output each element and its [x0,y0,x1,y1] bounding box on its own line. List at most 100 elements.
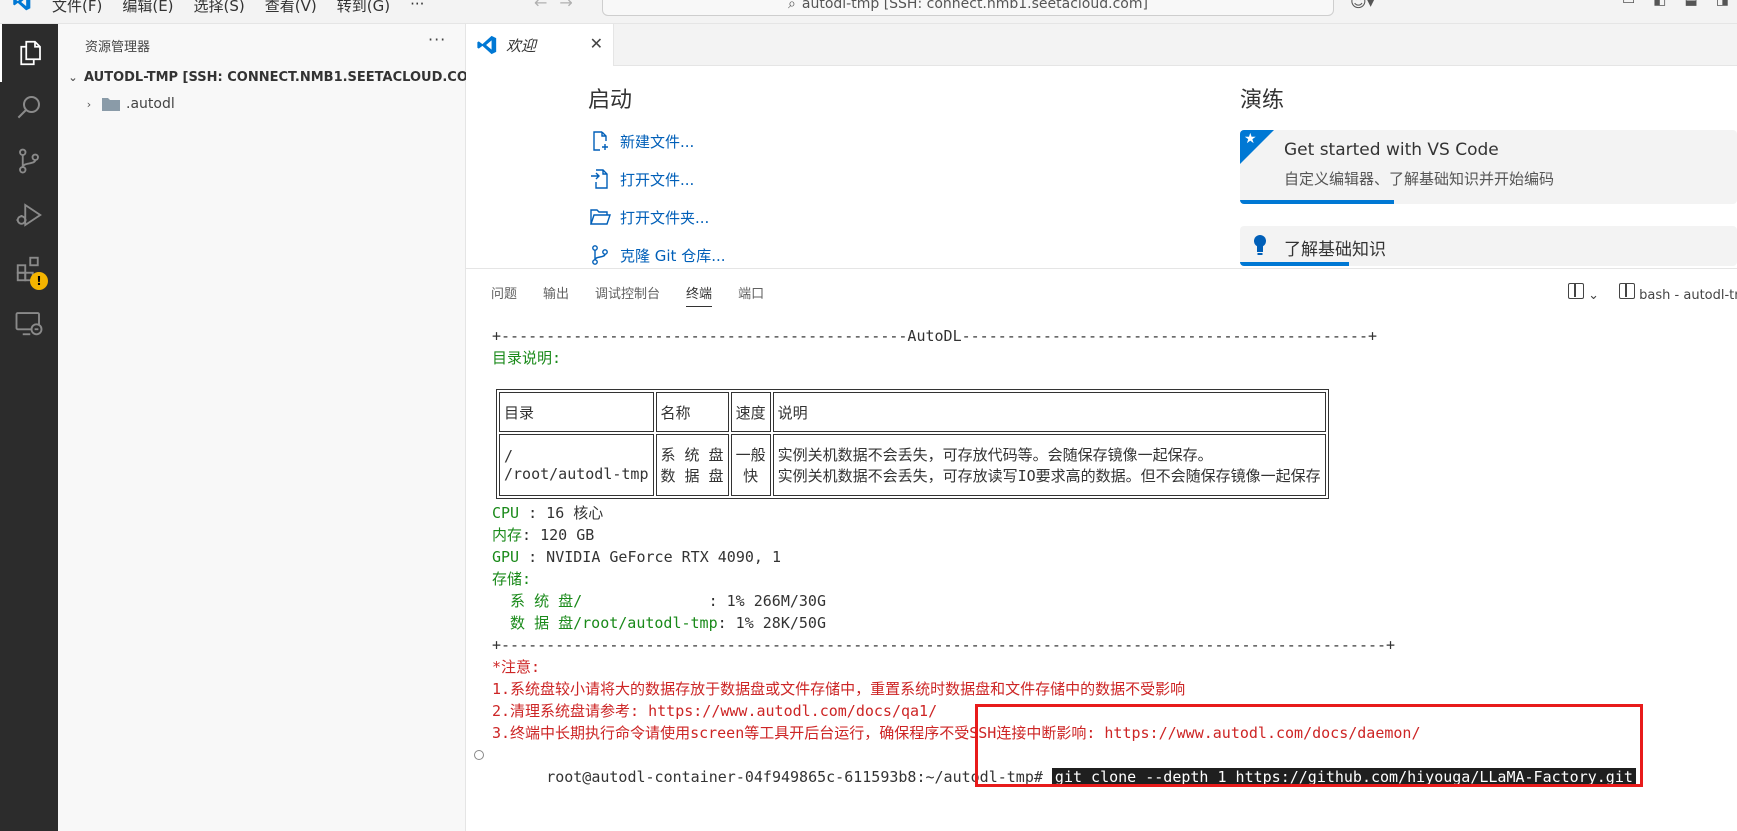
table-cell: 系 统 盘数 据 盘 [655,434,729,496]
source-control-icon [19,148,39,174]
menu-go[interactable]: 转到(G) [337,0,390,16]
cell-line: /root/autodl-tmp [504,465,649,483]
cpu-value: : 16 核心 [519,504,604,522]
remote-explorer-activity[interactable] [0,294,58,352]
star-icon: ★ [1244,131,1257,147]
annotation-highlight-box [975,704,1643,787]
tab-problems[interactable]: 问题 [491,283,517,307]
open-file-label: 打开文件... [620,170,695,189]
workspace-root-folder[interactable]: ⌄ AUTODL-TMP [SSH: CONNECT.NMB1.SEETACLO… [66,70,487,85]
new-file-icon [593,131,608,151]
terminal-prompt: root@autodl-container-04f949865c-611593b… [546,768,1043,786]
start-heading: 启动 [588,88,633,113]
terminal-name: bash - autodl-tm [1639,288,1737,303]
walkthroughs-heading: 演练 [1240,88,1285,113]
data-disk-label: 数 据 盘/root/autodl-tmp [492,614,718,632]
toggle-secondary-sidebar-icon[interactable]: ◨ [1716,0,1729,8]
open-folder-link[interactable]: 打开文件夹... [588,198,726,236]
command-center[interactable]: ⌕ autodl-tmp [SSH: connect.nmb1.seetaclou… [602,0,1334,16]
terminal-mem-line: 内存: 120 GB [492,524,594,546]
tab-ports[interactable]: 端口 [738,283,764,307]
workspace-root-label: AUTODL-TMP [SSH: CONNECT.NMB1.SEETACLOUD… [84,70,487,85]
search-activity[interactable] [0,78,58,136]
extensions-activity[interactable]: ! [0,240,58,298]
menu-selection[interactable]: 选择(S) [194,0,245,16]
table-row: //root/autodl-tmp 系 统 盘数 据 盘 一般快 实例关机数据不… [499,434,1326,496]
close-icon[interactable]: ✕ [590,34,603,53]
copilot-icon[interactable]: ☺▾ [1350,0,1375,11]
layout-controls: ▭ ◧ ⬓ ◨ [1622,0,1729,8]
back-arrow-icon[interactable]: ← [534,0,547,12]
table-header-row: 目录 名称 速度 说明 [499,392,1326,432]
cell-line: / [504,447,514,465]
explorer-activity[interactable] [0,24,58,82]
terminal-data-disk-line: 数 据 盘/root/autodl-tmp: 1% 28K/50G [492,612,826,634]
sidebar-more-icon[interactable]: ··· [428,30,446,49]
panel-tab-bar: 问题 输出 调试控制台 终端 端口 [491,283,764,307]
tree-item-autodl[interactable]: › .autodl [82,96,175,112]
table-cell: 一般快 [730,434,771,496]
split-terminal-button[interactable]: ⌄ [1568,283,1599,303]
open-file-link[interactable]: 打开文件... [588,160,726,198]
sidebar-title: 资源管理器 [85,40,151,55]
walkthrough-card-get-started[interactable]: ★ Get started with VS Code 自定义编辑器、了解基础知识… [1240,130,1737,204]
directory-table: 目录 名称 速度 说明 //root/autodl-tmp 系 统 盘数 据 盘… [496,389,1329,499]
cell-line: 实例关机数据不会丢失，可存放读写IO要求高的数据。但不会随保存镜像一起保存 [777,467,1321,485]
open-folder-label: 打开文件夹... [620,208,710,227]
toggle-sidebar-icon[interactable]: ◧ [1653,0,1666,8]
walkthrough-title: 了解基础知识 [1284,240,1386,260]
menu-view[interactable]: 查看(V) [265,0,317,16]
git-clone-icon [592,245,608,265]
split-icon [1568,283,1584,299]
terminal-border-bottom: +---------------------------------------… [492,636,1396,654]
menu-more[interactable]: ··· [410,0,424,16]
editor-tab-bar: 欢迎 ✕ [466,24,1737,66]
terminal-note-2: 2.清理系统盘请参考: https://www.autodl.com/docs/… [492,702,938,720]
open-file-icon [591,169,608,189]
cell-line: 数 据 盘 [660,467,724,485]
search-icon [17,96,40,119]
start-section: 启动 新建文件... 打开文件... 打开文件夹... 克隆 Git 仓库... [588,82,726,274]
table-header: 说明 [772,392,1326,432]
chevron-right-icon: › [86,97,92,111]
forward-arrow-icon[interactable]: → [559,0,572,12]
cell-line: 快 [743,467,759,485]
terminal-icon [1619,283,1636,299]
menu-file[interactable]: 文件(F) [52,0,102,16]
walkthrough-card-basics[interactable]: 了解基础知识 [1240,226,1737,266]
tab-terminal[interactable]: 终端 [686,283,713,307]
new-file-link[interactable]: 新建文件... [588,122,726,160]
menu-edit[interactable]: 编辑(E) [122,0,173,16]
tab-welcome[interactable]: 欢迎 ✕ [466,24,614,66]
cpu-label: CPU [492,504,520,522]
gpu-value: : NVIDIA GeForce RTX 4090, 1 [519,548,781,566]
table-header: 目录 [499,392,654,432]
toggle-panel-icon[interactable]: ⬓ [1684,0,1697,8]
table-cell: 实例关机数据不会丢失，可存放代码等。会随保存镜像一起保存。 实例关机数据不会丢失，… [772,434,1326,496]
open-folder-icon [590,209,611,225]
title-bar: 文件(F) 编辑(E) 选择(S) 查看(V) 转到(G) ··· ← → ⌕ a… [0,0,1737,24]
run-debug-icon [16,203,42,227]
walkthrough-title: Get started with VS Code [1284,140,1499,160]
remote-explorer-icon [15,312,43,336]
walkthrough-progress [1240,262,1350,266]
walkthroughs-section: 演练 [1240,82,1284,114]
lightbulb-icon [1254,235,1266,255]
table-cell: //root/autodl-tmp [499,434,654,496]
panel-actions: ⌄ bash - autodl-tm [1568,283,1737,303]
source-control-activity[interactable] [0,132,58,190]
sys-disk-value: : 1% 266M/30G [582,592,826,610]
tab-output[interactable]: 输出 [543,283,569,307]
run-debug-activity[interactable] [0,186,58,244]
tab-debug-console[interactable]: 调试控制台 [595,283,660,307]
vscode-logo-icon[interactable] [12,0,32,12]
nav-arrows: ← → [534,0,573,12]
gpu-label: GPU [492,548,520,566]
activity-bar: ! [0,24,58,831]
new-file-label: 新建文件... [620,132,695,151]
terminal-note-title: *注意: [492,658,541,676]
terminal-instance[interactable]: bash - autodl-tm [1619,283,1737,303]
cell-line: 一般 [735,446,766,464]
menu-bar: 文件(F) 编辑(E) 选择(S) 查看(V) 转到(G) ··· [52,0,424,16]
layout-customize-icon[interactable]: ▭ [1622,0,1635,8]
